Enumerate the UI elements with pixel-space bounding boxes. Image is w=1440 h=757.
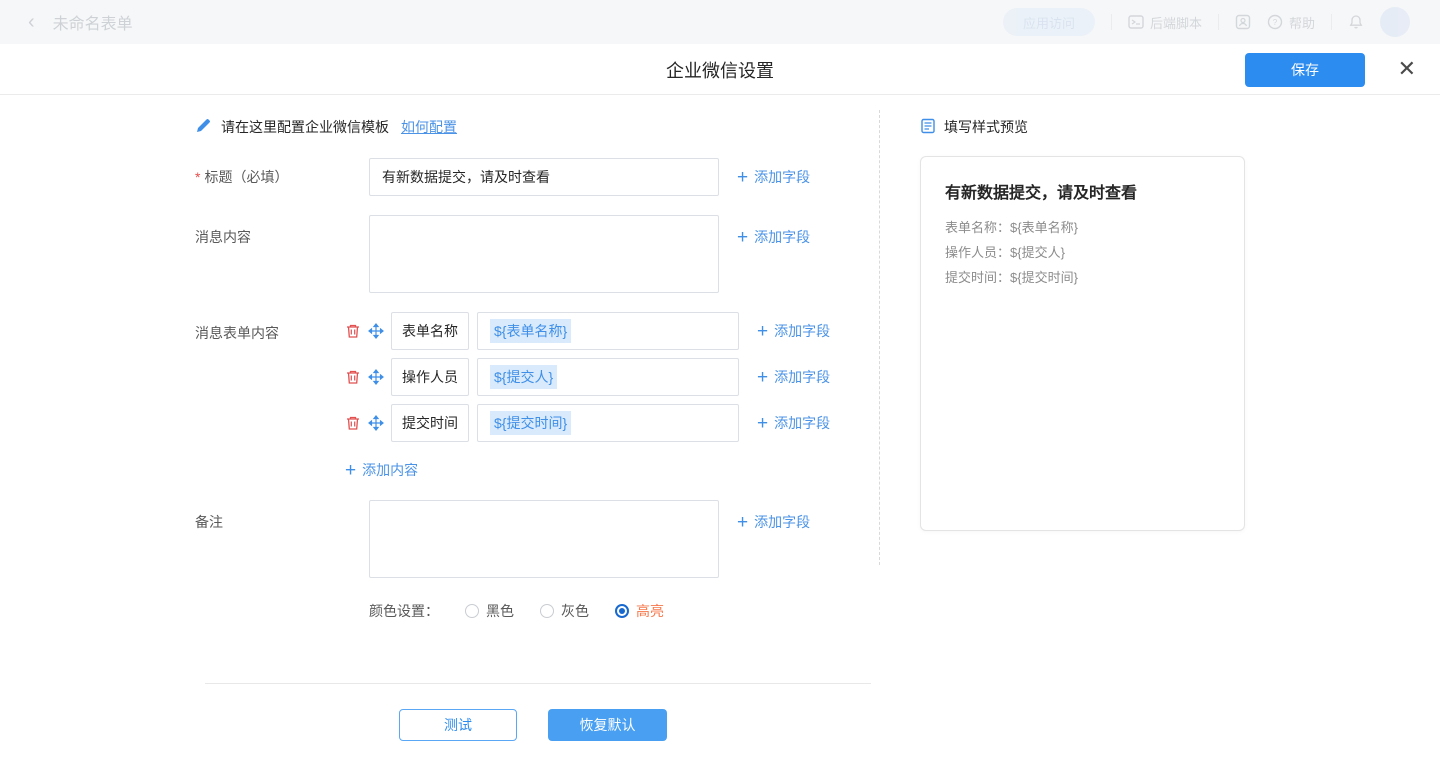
radio-icon: [465, 604, 479, 618]
save-button[interactable]: 保存: [1245, 53, 1365, 87]
add-content-link[interactable]: + 添加内容: [345, 462, 871, 478]
title-field-row: *标题（必填） + 添加字段: [195, 158, 871, 196]
add-field-link-row3[interactable]: + 添加字段: [757, 413, 830, 433]
remark-row: 备注 + 添加字段: [195, 500, 871, 578]
contact-icon[interactable]: [1235, 14, 1251, 30]
field-token: ${提交人}: [490, 365, 557, 389]
plus-icon: +: [345, 461, 356, 480]
field-row-2: ${提交人} + 添加字段: [345, 358, 830, 396]
backend-script-label: 后端脚本: [1150, 13, 1202, 32]
radio-icon: [540, 604, 554, 618]
user-avatar[interactable]: [1380, 7, 1410, 37]
field-row-1: ${表单名称} + 添加字段: [345, 312, 830, 350]
preview-line: 操作人员：${提交人}: [945, 240, 1220, 265]
field-key-input[interactable]: [391, 358, 469, 396]
message-content-row: 消息内容 + 添加字段: [195, 215, 871, 293]
field-value-input[interactable]: ${提交人}: [477, 358, 739, 396]
radio-black[interactable]: 黑色: [465, 601, 514, 621]
config-hint: 请在这里配置企业微信模板 如何配置: [195, 117, 871, 137]
how-to-configure-link[interactable]: 如何配置: [401, 117, 457, 137]
message-content-textarea[interactable]: [369, 215, 719, 293]
radio-highlight[interactable]: 高亮: [615, 601, 664, 621]
modal-header: 企业微信设置 保存 ✕: [0, 44, 1440, 95]
bell-icon[interactable]: [1348, 14, 1364, 30]
add-field-link-message[interactable]: + 添加字段: [737, 227, 810, 247]
field-row-3: ${提交时间} + 添加字段: [345, 404, 830, 442]
field-key-input[interactable]: [391, 404, 469, 442]
field-key-input[interactable]: [391, 312, 469, 350]
add-field-link-row1[interactable]: + 添加字段: [757, 321, 830, 341]
plus-icon: +: [757, 322, 768, 341]
topbar-divider: [1111, 14, 1112, 30]
title-field-label: *标题（必填）: [195, 167, 369, 187]
app-access-button[interactable]: 应用访问: [1003, 8, 1095, 36]
field-value-input[interactable]: ${表单名称}: [477, 312, 739, 350]
footer-divider: [205, 683, 871, 684]
section-divider: [879, 110, 880, 565]
radio-gray[interactable]: 灰色: [540, 601, 589, 621]
required-mark: *: [195, 169, 200, 185]
topbar-divider: [1218, 14, 1219, 30]
plus-icon: +: [737, 513, 748, 532]
close-icon[interactable]: ✕: [1398, 58, 1416, 80]
add-field-link-row2[interactable]: + 添加字段: [757, 367, 830, 387]
config-form: 请在这里配置企业微信模板 如何配置 *标题（必填） + 添加字段 消息内容 + …: [195, 117, 871, 741]
color-setting-label: 颜色设置：: [369, 601, 439, 621]
footer-buttons: 测试 恢复默认: [195, 709, 871, 741]
topbar-divider: [1331, 14, 1332, 30]
delete-icon[interactable]: [345, 369, 361, 385]
add-field-link-title[interactable]: + 添加字段: [737, 167, 810, 187]
message-form-content-label: 消息表单内容: [195, 312, 369, 450]
add-field-link-remark[interactable]: + 添加字段: [737, 512, 810, 532]
modal-title: 企业微信设置: [0, 44, 1440, 95]
delete-icon[interactable]: [345, 415, 361, 431]
title-input[interactable]: [369, 158, 719, 196]
script-icon: [1128, 14, 1144, 30]
message-content-label: 消息内容: [195, 215, 369, 247]
delete-icon[interactable]: [345, 323, 361, 339]
help-label: 帮助: [1289, 13, 1315, 32]
back-icon[interactable]: ‹: [28, 12, 35, 32]
backend-script-button[interactable]: 后端脚本: [1128, 13, 1202, 32]
hint-text: 请在这里配置企业微信模板: [221, 117, 389, 137]
test-button[interactable]: 测试: [399, 709, 517, 741]
preview-header: 填写样式预览: [920, 117, 1245, 137]
restore-default-button[interactable]: 恢复默认: [548, 709, 667, 741]
plus-icon: +: [757, 414, 768, 433]
preview-line: 提交时间：${提交时间}: [945, 265, 1220, 290]
preview-card: 有新数据提交，请及时查看 表单名称：${表单名称} 操作人员：${提交人} 提交…: [920, 156, 1245, 531]
preview-line: 表单名称：${表单名称}: [945, 215, 1220, 240]
plus-icon: +: [737, 228, 748, 247]
plus-icon: +: [737, 168, 748, 187]
field-token: ${提交时间}: [490, 411, 571, 435]
preview-card-title: 有新数据提交，请及时查看: [945, 179, 1220, 203]
field-token: ${表单名称}: [490, 319, 571, 343]
field-value-input[interactable]: ${提交时间}: [477, 404, 739, 442]
remark-textarea[interactable]: [369, 500, 719, 578]
message-form-content-section: 消息表单内容 ${表单名称} + 添加字段: [195, 312, 871, 450]
radio-icon-selected: [615, 604, 629, 618]
app-topbar: ‹ 未命名表单 应用访问 后端脚本 ? 帮助: [0, 0, 1440, 44]
document-icon: [920, 118, 936, 137]
pencil-icon: [195, 118, 211, 137]
wecom-settings-modal: 企业微信设置 保存 ✕ 请在这里配置企业微信模板 如何配置 *标题（必填） + …: [0, 44, 1440, 757]
move-icon[interactable]: [368, 323, 384, 339]
help-button[interactable]: ? 帮助: [1267, 13, 1315, 32]
move-icon[interactable]: [368, 369, 384, 385]
form-title: 未命名表单: [53, 10, 133, 34]
preview-title: 填写样式预览: [944, 117, 1028, 137]
preview-panel: 填写样式预览 有新数据提交，请及时查看 表单名称：${表单名称} 操作人员：${…: [920, 117, 1245, 531]
color-setting-row: 颜色设置： 黑色 灰色 高亮: [369, 601, 871, 621]
move-icon[interactable]: [368, 415, 384, 431]
help-icon: ?: [1267, 14, 1283, 30]
remark-label: 备注: [195, 500, 369, 532]
svg-text:?: ?: [1273, 18, 1278, 27]
plus-icon: +: [757, 368, 768, 387]
